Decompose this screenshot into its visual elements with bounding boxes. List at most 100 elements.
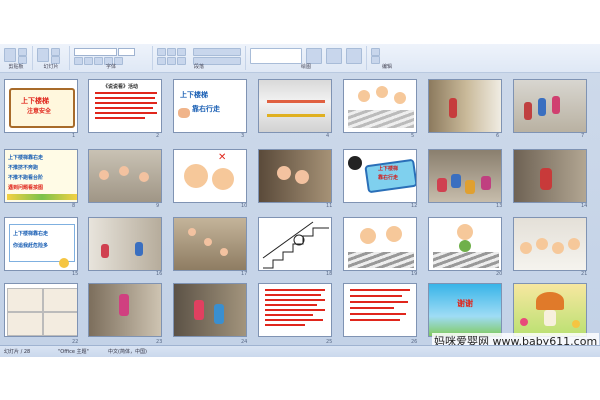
blank-area [0, 357, 600, 400]
slide-title: 上下楼梯 [21, 97, 49, 105]
ribbon-group-paragraph: 段落 [153, 46, 246, 70]
cartoon-child [457, 224, 473, 240]
ribbon: 剪贴板 幻灯片 字体 段落 绘图 编辑 [0, 44, 600, 73]
slide-thumbnail-4[interactable] [258, 79, 332, 133]
cut-button[interactable] [18, 48, 27, 56]
slide-thumbnail-11[interactable] [258, 149, 332, 203]
slide-thumbnail-15[interactable]: 上下楼梯靠右走 你追我赶危险多 [4, 217, 78, 271]
slide-thumbnail-25[interactable] [258, 283, 332, 337]
stairs-line-drawing [262, 221, 329, 269]
arrange-button[interactable] [306, 48, 322, 64]
slide-number: 16 [156, 271, 163, 277]
text-line [350, 313, 406, 315]
slide-thumbnail-19[interactable] [343, 217, 417, 271]
child-figure [538, 98, 546, 116]
ribbon-group-slides: 幻灯片 [33, 46, 70, 70]
find-button[interactable] [371, 48, 380, 56]
child-figure [99, 170, 109, 180]
slide-number: 2 [156, 133, 160, 139]
slide-number: 17 [241, 271, 248, 277]
slide-thumbnail-21[interactable] [513, 217, 587, 271]
slide-thumbnail-14[interactable] [513, 149, 587, 203]
child-figure [277, 166, 291, 180]
slide-thumbnail-20[interactable] [428, 217, 502, 271]
child-figure [481, 176, 491, 190]
cartoon-child [536, 238, 548, 250]
child-figure [552, 96, 560, 114]
slide-thumbnail-12[interactable]: 上下楼梯 靠右行走 [343, 149, 417, 203]
slide-sorter-view[interactable]: 上下楼梯 注意安全 1 《说说看》活动 2 上下楼梯 靠右行走 3 4 5 6 … [0, 73, 600, 345]
child-figure [465, 180, 475, 194]
font-name-combo[interactable] [74, 48, 117, 56]
slide-thumbnail-8[interactable]: 上下楼梯靠右走 不推挤不奔跑 不推不跑看台阶 遇到问题看孩图 [4, 149, 78, 203]
hand-illustration [178, 108, 190, 118]
slide-text-line: 上下楼梯靠右走 [13, 231, 49, 237]
quick-styles-button[interactable] [326, 48, 342, 64]
child-figure [376, 86, 388, 98]
text-line [265, 324, 305, 326]
slide-thumbnail-28[interactable] [513, 283, 587, 337]
slide-number: 14 [581, 203, 588, 209]
slide-number: 9 [156, 203, 160, 209]
new-slide-button[interactable] [37, 48, 49, 62]
slide-subtitle: 靠右行走 [378, 175, 399, 181]
slide-thumbnail-7[interactable] [513, 79, 587, 133]
stairs-illustration [348, 110, 414, 128]
slide-thumbnail-18[interactable] [258, 217, 332, 271]
ribbon-group-font: 字体 [70, 46, 153, 70]
child-figure [214, 304, 224, 324]
indent-button[interactable] [177, 48, 186, 56]
slide-thumbnail-2[interactable]: 《说说看》活动 [88, 79, 162, 133]
shape-fill-button[interactable] [346, 48, 362, 64]
slide-thumbnail-1[interactable]: 上下楼梯 注意安全 [4, 79, 78, 133]
text-line [95, 97, 155, 99]
slide-thumbnail-13[interactable] [428, 149, 502, 203]
slide-number: 13 [496, 203, 503, 209]
child-figure [135, 242, 143, 256]
text-line [350, 307, 394, 309]
child-figure [295, 170, 309, 184]
slide-thumbnail-9[interactable] [88, 149, 162, 203]
text-line [265, 299, 325, 301]
shapes-gallery[interactable] [250, 48, 302, 64]
cartoon-child-shirt [459, 240, 471, 252]
slide-number: 10 [241, 203, 248, 209]
slide-title: 上下楼梯 [378, 166, 399, 172]
slide-number: 19 [411, 271, 418, 277]
slide-number: 18 [326, 271, 333, 277]
text-direction-button[interactable] [193, 48, 241, 56]
slide-thumbnail-26[interactable] [343, 283, 417, 337]
paste-button[interactable] [4, 48, 16, 62]
slide-thumbnail-6[interactable] [428, 79, 502, 133]
slide-thumbnail-22[interactable] [4, 283, 78, 337]
numbering-button[interactable] [167, 48, 176, 56]
child-figure [188, 228, 196, 236]
comic-panel [7, 312, 43, 336]
slide-thumbnail-16[interactable] [88, 217, 162, 271]
slide-thumbnail-17[interactable] [173, 217, 247, 271]
font-size-combo[interactable] [118, 48, 135, 56]
ribbon-group-label: 幻灯片 [43, 64, 59, 70]
stairwell-photo [429, 80, 501, 132]
slide-text-line: 不推挤不奔跑 [8, 165, 39, 171]
stairs-illustration [433, 252, 499, 268]
slide-thumbnail-3[interactable]: 上下楼梯 靠右行走 [173, 79, 247, 133]
slide-thumbnail-24[interactable] [173, 283, 247, 337]
text-line [95, 112, 157, 114]
stair-marking [267, 100, 325, 103]
child-figure [194, 300, 204, 320]
slide-thumbnail-27[interactable]: 谢谢 [428, 283, 502, 337]
cartoon-child [184, 164, 208, 188]
layout-button[interactable] [51, 48, 60, 56]
slide-thumbnail-5[interactable] [343, 79, 417, 133]
stair-marking [267, 114, 325, 117]
text-line [265, 309, 325, 311]
slide-thumbnail-23[interactable] [88, 283, 162, 337]
slide-text-line: 不推不跑看台阶 [8, 175, 44, 181]
bullets-button[interactable] [157, 48, 166, 56]
slide-subtitle: 注意安全 [27, 108, 52, 115]
mushroom-stem [544, 310, 556, 326]
slide-thumbnail-10[interactable]: ✕ [173, 149, 247, 203]
cartoon-child [360, 228, 376, 244]
slide-number: 12 [411, 203, 418, 209]
